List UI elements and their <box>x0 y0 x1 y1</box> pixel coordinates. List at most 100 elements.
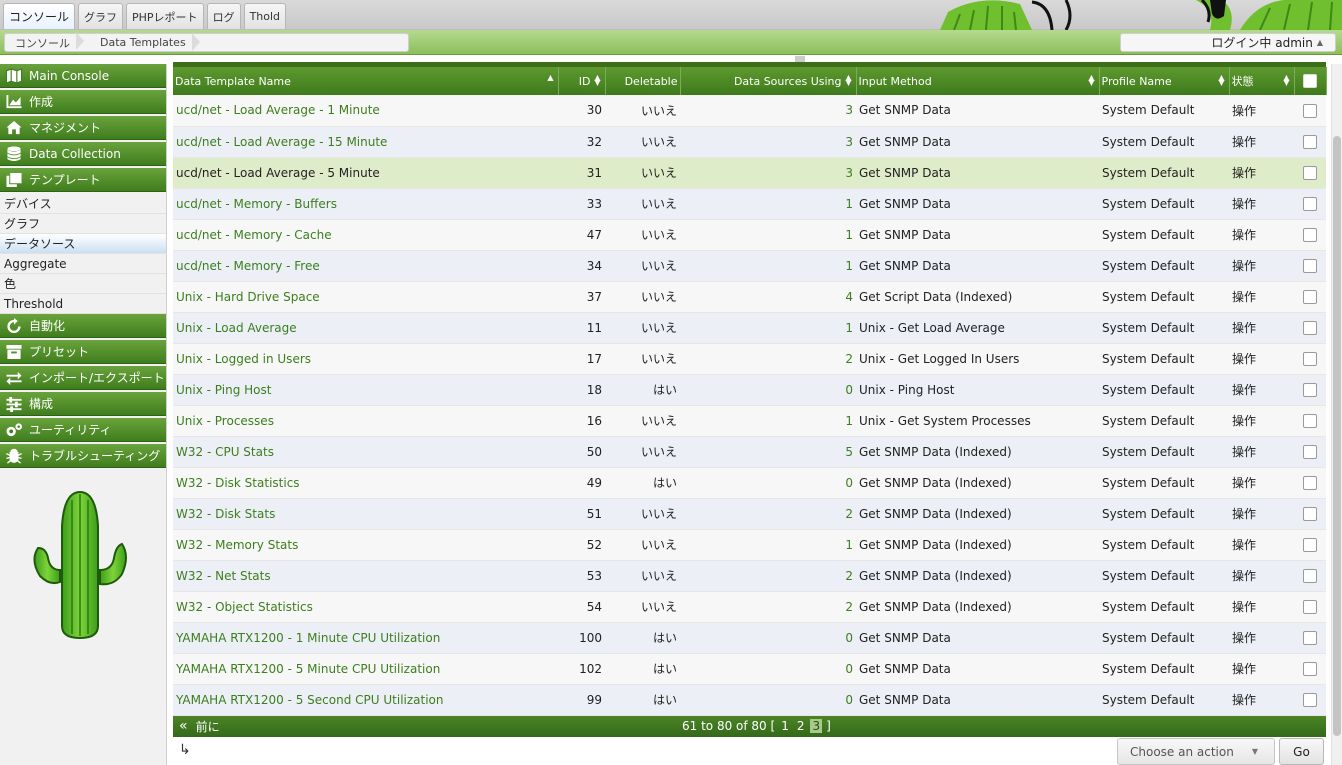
template-name-link[interactable]: W32 - CPU Stats <box>176 445 274 459</box>
row-checkbox[interactable] <box>1303 289 1317 304</box>
row-checkbox[interactable] <box>1303 444 1317 459</box>
action-select[interactable]: Choose an action ▼ <box>1117 738 1275 765</box>
cell-data-sources-using[interactable]: 2 <box>680 560 856 592</box>
column-header-profile-name[interactable]: Profile Name ▲ ▼ <box>1099 67 1230 95</box>
top-tab[interactable]: グラフ <box>78 3 124 29</box>
row-checkbox[interactable] <box>1303 692 1317 707</box>
row-checkbox[interactable] <box>1303 568 1317 583</box>
template-name-link[interactable]: Unix - Logged in Users <box>176 352 311 366</box>
go-button[interactable]: Go <box>1279 738 1324 765</box>
row-checkbox[interactable] <box>1303 475 1317 490</box>
cell-data-sources-using[interactable]: 3 <box>680 157 856 189</box>
table-row[interactable]: Unix - Ping Host 18 はい 0 Unix - Ping Host Sys… <box>173 374 1326 406</box>
sidebar-section-2[interactable]: マネジメント <box>0 116 166 140</box>
row-checkbox[interactable] <box>1303 413 1317 428</box>
table-row[interactable]: ucd/net - Memory - Buffers 33 いいえ 1 Get SNMP… <box>173 188 1326 220</box>
table-row[interactable]: ucd/net - Memory - Cache 47 いいえ 1 Get SNMP D… <box>173 219 1326 251</box>
cell-data-sources-using[interactable]: 0 <box>680 622 856 654</box>
row-checkbox[interactable] <box>1303 227 1317 242</box>
resize-handle[interactable] <box>795 56 805 62</box>
sidebar-template-item[interactable]: グラフ <box>0 214 166 234</box>
table-row[interactable]: YAMAHA RTX1200 - 5 Minute CPU Utilizatio… <box>173 653 1326 685</box>
table-row[interactable]: YAMAHA RTX1200 - 1 Minute CPU Utilizatio… <box>173 622 1326 654</box>
template-name-link[interactable]: Unix - Hard Drive Space <box>176 290 320 304</box>
table-row[interactable]: Unix - Hard Drive Space 37 いいえ 4 Get Script … <box>173 281 1326 313</box>
row-checkbox[interactable] <box>1303 537 1317 552</box>
sidebar-template-item[interactable]: データソース <box>0 234 166 254</box>
user-menu[interactable]: ログイン中 admin ▲ <box>1120 33 1336 52</box>
sidebar-section-0[interactable]: Main Console <box>0 64 166 88</box>
table-row[interactable]: W32 - Net Stats 53 いいえ 2 Get SNMP Data (Inde… <box>173 560 1326 592</box>
prev-page-link[interactable]: « 前に <box>179 718 220 735</box>
template-name-link[interactable]: W32 - Object Statistics <box>176 600 313 614</box>
table-row[interactable]: W32 - CPU Stats 50 いいえ 5 Get SNMP Data (Inde… <box>173 436 1326 468</box>
cell-data-sources-using[interactable]: 0 <box>680 374 856 406</box>
cell-data-sources-using[interactable]: 1 <box>680 188 856 220</box>
column-header-status[interactable]: 状態 ▲ ▼ <box>1229 67 1295 95</box>
top-tab[interactable]: コンソール <box>3 3 76 29</box>
sidebar-section-5[interactable]: トラブルシューティング <box>0 444 166 468</box>
table-row[interactable]: ucd/net - Load Average - 15 Minute 32 いいえ 3… <box>173 126 1326 158</box>
cell-data-sources-using[interactable]: 2 <box>680 498 856 530</box>
table-row[interactable]: Unix - Processes 16 いいえ 1 Unix - Get System … <box>173 405 1326 437</box>
sidebar-template-item[interactable]: デバイス <box>0 194 166 214</box>
cell-data-sources-using[interactable]: 3 <box>680 95 856 127</box>
cell-data-sources-using[interactable]: 1 <box>680 529 856 561</box>
row-checkbox[interactable] <box>1303 134 1317 149</box>
sidebar-section-1[interactable]: プリセット <box>0 340 166 364</box>
row-checkbox[interactable] <box>1303 196 1317 211</box>
top-tab[interactable]: ログ <box>206 3 241 29</box>
page-link-3[interactable]: 3 <box>810 719 823 733</box>
row-checkbox[interactable] <box>1303 661 1317 676</box>
sidebar-template-item[interactable]: 色 <box>0 274 166 294</box>
row-checkbox[interactable] <box>1303 258 1317 273</box>
template-name-link[interactable]: ucd/net - Memory - Free <box>176 259 320 273</box>
page-link-1[interactable]: 1 <box>779 719 791 733</box>
template-name-link[interactable]: W32 - Disk Statistics <box>176 476 300 490</box>
template-name-link[interactable]: ucd/net - Memory - Cache <box>176 228 332 242</box>
breadcrumb-console[interactable]: コンソール <box>15 31 84 51</box>
table-row[interactable]: W32 - Memory Stats 52 いいえ 1 Get SNMP Data (I… <box>173 529 1326 561</box>
cell-data-sources-using[interactable]: 1 <box>680 312 856 344</box>
sidebar-section-4[interactable]: ユーティリティ <box>0 418 166 442</box>
sidebar-section-2[interactable]: インポート/エクスポート <box>0 366 166 390</box>
cell-data-sources-using[interactable]: 0 <box>680 653 856 685</box>
template-name-link[interactable]: Unix - Ping Host <box>176 383 271 397</box>
row-checkbox[interactable] <box>1303 599 1317 614</box>
table-row[interactable]: ucd/net - Load Average - 5 Minute 31 いいえ 3 G… <box>173 157 1326 189</box>
cell-data-sources-using[interactable]: 1 <box>680 405 856 437</box>
template-name-link[interactable]: Unix - Load Average <box>176 321 297 335</box>
column-header-id[interactable]: ID ▲ ▼ <box>558 67 606 95</box>
sidebar-section-1[interactable]: 作成 <box>0 90 166 114</box>
sidebar-section-0[interactable]: 自動化 <box>0 314 166 338</box>
template-name-link[interactable]: W32 - Net Stats <box>176 569 271 583</box>
template-name-link[interactable]: W32 - Memory Stats <box>176 538 298 552</box>
row-checkbox[interactable] <box>1303 165 1317 180</box>
scrollbar-thumb[interactable] <box>1333 136 1341 736</box>
table-row[interactable]: ucd/net - Load Average - 1 Minute 30 いいえ 3 G… <box>173 95 1326 127</box>
scrollbar[interactable] <box>1331 64 1342 765</box>
row-checkbox[interactable] <box>1303 103 1317 118</box>
template-name-link[interactable]: Unix - Processes <box>176 414 274 428</box>
top-tab[interactable]: Thold <box>243 3 287 29</box>
table-row[interactable]: W32 - Disk Statistics 49 はい 0 Get SNMP Data … <box>173 467 1326 499</box>
sidebar-section-3[interactable]: Data Collection <box>0 142 166 166</box>
template-name-link[interactable]: YAMAHA RTX1200 - 5 Minute CPU Utilizatio… <box>176 662 440 676</box>
row-checkbox[interactable] <box>1303 351 1317 366</box>
top-tab[interactable]: PHPレポート <box>126 3 204 29</box>
cell-data-sources-using[interactable]: 4 <box>680 281 856 313</box>
cell-data-sources-using[interactable]: 1 <box>680 219 856 251</box>
row-checkbox[interactable] <box>1303 506 1317 521</box>
page-link-2[interactable]: 2 <box>795 719 807 733</box>
sidebar-template-item[interactable]: Aggregate <box>0 254 166 274</box>
cell-data-sources-using[interactable]: 0 <box>680 684 856 716</box>
sidebar-template-item[interactable]: Threshold <box>0 294 166 314</box>
cell-data-sources-using[interactable]: 2 <box>680 343 856 375</box>
template-name-link[interactable]: W32 - Disk Stats <box>176 507 275 521</box>
row-checkbox[interactable] <box>1303 630 1317 645</box>
template-name-link[interactable]: ucd/net - Memory - Buffers <box>176 197 337 211</box>
cell-data-sources-using[interactable]: 2 <box>680 591 856 623</box>
column-header-input-method[interactable]: Input Method ▲ ▼ <box>856 67 1100 95</box>
template-name-link[interactable]: YAMAHA RTX1200 - 5 Second CPU Utilizatio… <box>176 693 444 707</box>
column-header-data-sources-using[interactable]: Data Sources Using ▲ ▼ <box>680 67 857 95</box>
